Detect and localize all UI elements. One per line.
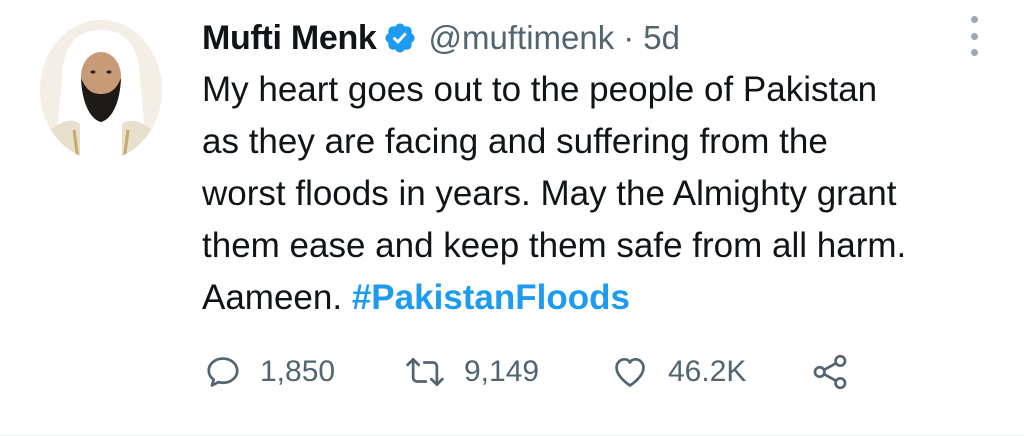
tweet-header: Mufti Menk @muftimenk · 5d bbox=[202, 16, 680, 60]
separator-dot: · bbox=[623, 19, 635, 56]
reply-icon bbox=[204, 353, 242, 391]
tweet-card[interactable]: Mufti Menk @muftimenk · 5d My heart goes… bbox=[0, 0, 1024, 436]
verified-badge-icon bbox=[383, 21, 417, 55]
avatar[interactable] bbox=[40, 20, 162, 160]
heart-icon bbox=[610, 353, 650, 391]
reply-button[interactable]: 1,850 bbox=[204, 353, 404, 391]
tweet-actions: 1,850 9,149 46.2K bbox=[204, 350, 850, 394]
tweet-text: My heart goes out to the people of Pakis… bbox=[202, 64, 1002, 324]
retweet-button[interactable]: 9,149 bbox=[404, 353, 610, 391]
tweet-timestamp[interactable]: 5d bbox=[643, 19, 680, 57]
reply-count: 1,850 bbox=[260, 355, 336, 388]
tweet-text-last-line: Aameen. #PakistanFloods bbox=[202, 272, 1002, 324]
avatar-image bbox=[40, 20, 162, 160]
author-handle[interactable]: @muftimenk bbox=[429, 19, 615, 57]
tweet-text-closing: Aameen. bbox=[202, 278, 343, 317]
tweet-text-line: worst floods in years. May the Almighty … bbox=[202, 174, 897, 213]
share-icon bbox=[810, 353, 850, 391]
more-options-icon[interactable] bbox=[962, 16, 986, 56]
retweet-icon bbox=[404, 353, 446, 391]
hashtag-link[interactable]: #PakistanFloods bbox=[352, 278, 630, 317]
tweet-text-line: them ease and keep them safe from all ha… bbox=[202, 226, 907, 265]
author-name[interactable]: Mufti Menk bbox=[202, 19, 377, 58]
like-count: 46.2K bbox=[668, 355, 747, 388]
share-button[interactable] bbox=[810, 353, 850, 391]
tweet-text-line: My heart goes out to the people of Pakis… bbox=[202, 70, 878, 109]
tweet-text-line: as they are facing and suffering from th… bbox=[202, 122, 828, 161]
like-button[interactable]: 46.2K bbox=[610, 353, 810, 391]
retweet-count: 9,149 bbox=[464, 355, 540, 388]
